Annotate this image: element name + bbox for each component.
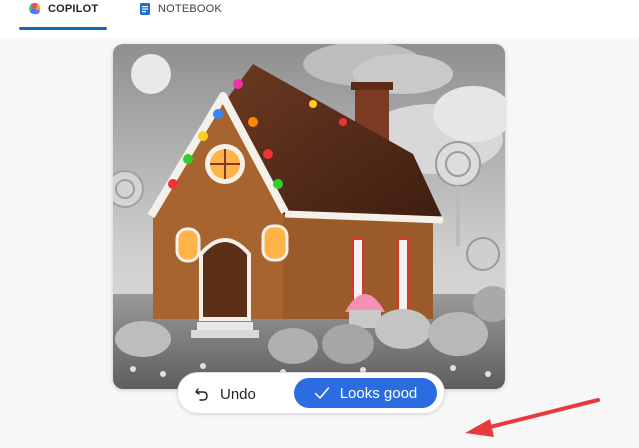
top-tab-bar: COPILOT NOTEBOOK bbox=[0, 0, 639, 38]
checkmark-icon bbox=[314, 387, 329, 399]
tab-copilot-label: COPILOT bbox=[48, 3, 99, 15]
undo-label: Undo bbox=[220, 385, 256, 403]
looks-good-label: Looks good bbox=[339, 384, 418, 402]
notebook-icon bbox=[140, 3, 150, 15]
tab-copilot[interactable]: COPILOT bbox=[28, 0, 106, 38]
annotation-arrow-icon bbox=[465, 398, 600, 437]
copilot-logo-icon bbox=[29, 3, 41, 15]
looks-good-button[interactable]: Looks good bbox=[294, 378, 437, 408]
undo-button[interactable]: Undo bbox=[194, 381, 256, 407]
gingerbread-house-image bbox=[113, 44, 505, 389]
tab-notebook[interactable]: NOTEBOOK bbox=[138, 0, 234, 38]
tab-notebook-label: NOTEBOOK bbox=[158, 3, 222, 15]
active-tab-indicator bbox=[19, 27, 107, 30]
generated-image[interactable] bbox=[113, 44, 505, 389]
undo-icon bbox=[195, 388, 208, 401]
image-feedback-toolbar: Undo Looks good bbox=[177, 372, 445, 414]
